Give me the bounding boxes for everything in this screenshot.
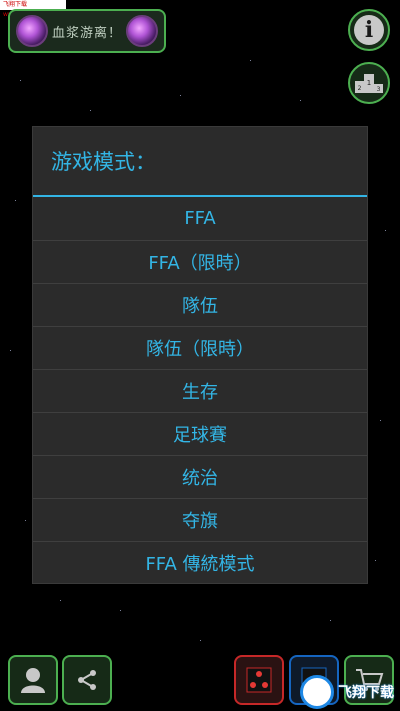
game-mode-dialog: 游戏模式： FFA FFA（限時） 隊伍 隊伍（限時） 生存 足球賽 统治 夺旗… [32, 126, 368, 584]
svg-text:1: 1 [367, 79, 371, 87]
watermark-text: 飞翔下载 [338, 684, 394, 701]
profile-button[interactable] [8, 655, 58, 705]
red-mode-button[interactable] [234, 655, 284, 705]
leaderboard-button[interactable]: 1 2 3 [348, 62, 390, 104]
red-mode-icon [246, 667, 272, 693]
share-button[interactable] [62, 655, 112, 705]
mode-capture-flag[interactable]: 夺旗 [33, 498, 367, 541]
mode-teams-timed[interactable]: 隊伍（限時） [33, 326, 367, 369]
info-button[interactable]: i [348, 9, 390, 51]
watermark-logo-icon [300, 674, 334, 709]
plasma-orb-icon [125, 15, 158, 47]
mode-domination[interactable]: 统治 [33, 455, 367, 498]
leaderboard-icon: 1 2 3 [355, 74, 383, 93]
mode-teams[interactable]: 隊伍 [33, 283, 367, 326]
svg-text:2: 2 [358, 85, 362, 92]
share-icon [78, 670, 96, 690]
profile-icon [21, 668, 45, 693]
info-icon: i [354, 15, 384, 45]
mode-ffa-classic[interactable]: FFA 傳統模式 [33, 541, 367, 584]
title-bar[interactable]: 血浆游离！ [8, 9, 166, 53]
mode-ffa[interactable]: FFA [33, 197, 367, 240]
svg-text:3: 3 [377, 86, 381, 93]
watermark-bottom: 飞翔下载 [300, 672, 400, 711]
mode-survival[interactable]: 生存 [33, 369, 367, 412]
game-mode-list: FFA FFA（限時） 隊伍 隊伍（限時） 生存 足球賽 统治 夺旗 FFA 傳… [33, 197, 367, 584]
app-title: 血浆游离！ [51, 25, 122, 41]
dialog-title: 游戏模式： [33, 127, 367, 197]
plasma-orb-icon [16, 15, 48, 47]
mode-soccer[interactable]: 足球賽 [33, 412, 367, 455]
mode-ffa-timed[interactable]: FFA（限時） [33, 240, 367, 283]
